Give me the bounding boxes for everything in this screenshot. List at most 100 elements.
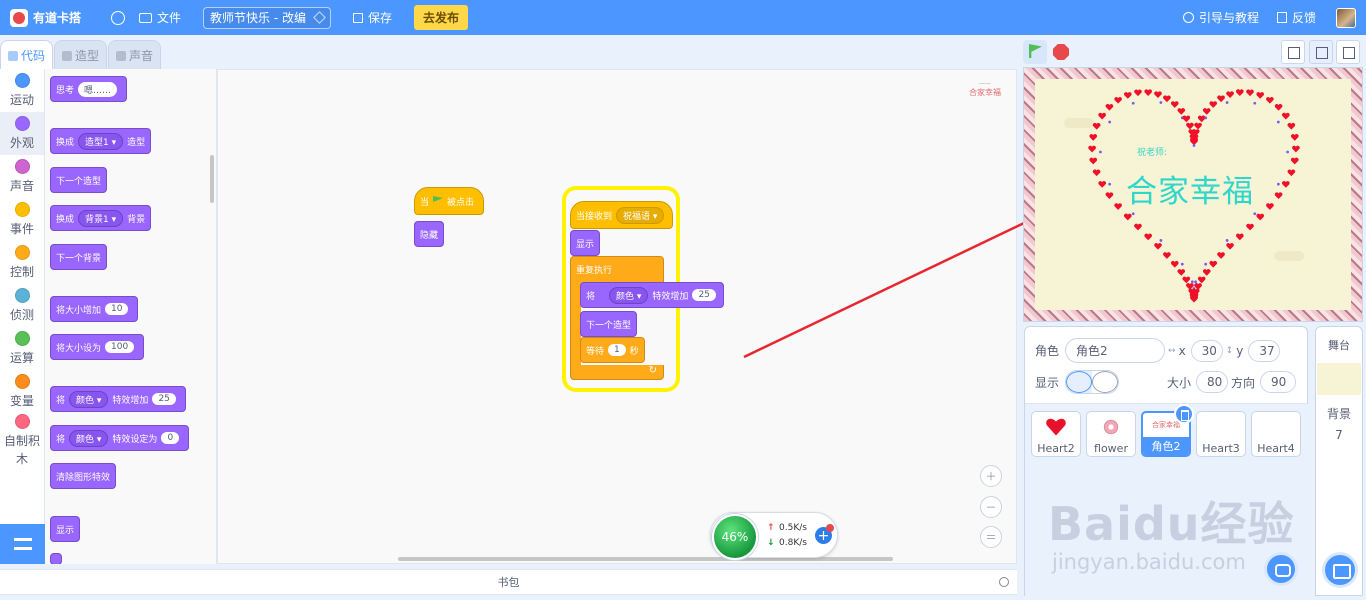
effect-dropdown[interactable]: 颜色 ▾ <box>609 286 649 304</box>
choose-backdrop-button[interactable] <box>1322 552 1358 588</box>
block-next-costume[interactable]: 下一个造型 <box>580 311 638 337</box>
save-icon <box>353 12 364 23</box>
block-next-costume[interactable]: 下一个造型 <box>50 167 108 193</box>
publish-button[interactable]: 去发布 <box>414 5 469 30</box>
block-switch-backdrop[interactable]: 换成 背景1 ▾ 背景 <box>50 205 152 231</box>
category-label: 声音 <box>9 179 34 193</box>
visibility-toggle <box>1065 370 1120 394</box>
sprite-tile[interactable]: flower <box>1086 411 1136 457</box>
backdrop-dropdown[interactable]: 背景1 ▾ <box>78 209 124 227</box>
size-label: 大小 <box>1167 375 1192 390</box>
block-input[interactable]: 嗯…… <box>78 81 118 97</box>
block-change-effect[interactable]: 将 颜色 ▾ 特效增加 25 <box>50 386 186 412</box>
category-7[interactable]: 变量 <box>0 370 44 413</box>
extension-icon <box>13 538 32 550</box>
category-8[interactable]: 自制积木 <box>0 413 44 469</box>
block-palette: 思考 嗯…… 换成 造型1 ▾ 造型 下一个造型 换成 背景1 ▾ 背景 下一个… <box>45 69 217 564</box>
globe-icon[interactable] <box>111 10 125 25</box>
delete-sprite-icon[interactable] <box>1174 404 1194 424</box>
message-dropdown[interactable]: 祝福语 ▾ <box>616 206 665 224</box>
category-dot <box>14 202 30 217</box>
category-5[interactable]: 侦测 <box>0 284 44 327</box>
zoom-reset-button[interactable]: ＝ <box>980 526 1002 548</box>
block-show[interactable]: 显示 <box>50 516 81 542</box>
category-0[interactable]: 运动 <box>0 69 44 112</box>
file-menu-label: 文件 <box>157 11 182 25</box>
brand-logo[interactable]: 有道卡搭 <box>10 8 95 27</box>
direction-input[interactable]: 90 <box>1260 371 1297 393</box>
block-text: 将大小设为 <box>56 343 102 354</box>
category-3[interactable]: 事件 <box>0 198 44 241</box>
size-input[interactable]: 80 <box>1196 371 1229 393</box>
category-2[interactable]: 声音 <box>0 155 44 198</box>
sprite-tile[interactable]: Heart4 <box>1251 411 1301 457</box>
file-menu[interactable]: 文件 <box>139 9 181 26</box>
block-next-backdrop[interactable]: 下一个背景 <box>50 244 108 270</box>
hat-when-receive[interactable]: 当接收到 祝福语 ▾ <box>570 201 673 229</box>
zoom-in-button[interactable]: ＋ <box>980 465 1002 487</box>
hat-when-flag-clicked[interactable]: 当 被点击 <box>414 187 484 215</box>
help-icon[interactable] <box>999 577 1009 587</box>
save-button[interactable]: 保存 <box>353 9 392 26</box>
block-input[interactable]: 10 <box>105 303 129 315</box>
stop-button[interactable] <box>1053 44 1069 60</box>
block-think[interactable]: 思考 嗯…… <box>50 76 128 102</box>
block-show[interactable]: 显示 <box>570 230 601 256</box>
block-change-effect[interactable]: 将 颜色 ▾ 特效增加 25 <box>580 282 724 308</box>
workspace-sprite-thumbnail: —— 合家幸福 <box>969 80 1001 97</box>
block-input[interactable]: 0 <box>161 432 180 444</box>
block-input[interactable]: 25 <box>152 393 176 405</box>
category-6[interactable]: 运算 <box>0 327 44 370</box>
show-button[interactable] <box>1066 371 1093 393</box>
stage-controls <box>1023 40 1361 64</box>
guide-button[interactable]: 引导与教程 <box>1199 9 1259 26</box>
stage-canvas[interactable]: 祝老师: 合家幸福 <box>1023 67 1363 322</box>
block-clear-effects[interactable]: 清除图形特效 <box>50 463 117 489</box>
feedback-button[interactable]: 反馈 <box>1292 9 1316 26</box>
project-title-input[interactable]: 教师节快乐 - 改编 <box>203 6 332 29</box>
effect-dropdown[interactable]: 颜色 ▾ <box>69 390 109 408</box>
zoom-out-button[interactable]: － <box>980 496 1002 518</box>
small-stage-button[interactable] <box>1281 40 1305 64</box>
costume-dropdown[interactable]: 造型1 ▾ <box>78 132 124 150</box>
sprite-name-input[interactable]: 角色2 <box>1065 338 1166 363</box>
sprite-tile[interactable]: Heart2 <box>1031 411 1081 457</box>
tab-code[interactable]: 代码 <box>0 40 53 70</box>
block-change-size[interactable]: 将大小增加 10 <box>50 296 139 322</box>
green-flag-icon <box>433 196 444 202</box>
palette-scrollbar[interactable] <box>210 155 214 203</box>
effect-dropdown[interactable]: 颜色 ▾ <box>69 429 109 447</box>
normal-stage-button[interactable] <box>1309 40 1333 64</box>
block-set-size[interactable]: 将大小设为 100 <box>50 334 145 360</box>
code-workspace[interactable]: —— 合家幸福 当 被点击 隐藏 当接收到 祝福语 ▾ 显示 重复执行 ↻ 将 … <box>217 69 1080 564</box>
stage-title: 舞台 <box>1328 339 1350 352</box>
block-text: 等待 <box>586 346 605 357</box>
green-flag-button[interactable] <box>1023 40 1047 64</box>
category-1[interactable]: 外观 <box>0 112 44 155</box>
block-text: 秒 <box>629 346 639 357</box>
block-wait[interactable]: 等待 1 秒 <box>580 337 645 363</box>
y-input[interactable]: 37 <box>1248 339 1281 362</box>
tab-costumes[interactable]: 造型 <box>54 40 107 70</box>
block-set-effect[interactable]: 将 颜色 ▾ 特效设定为 0 <box>50 425 190 451</box>
block-input[interactable]: 25 <box>692 289 716 301</box>
tab-sounds[interactable]: 声音 <box>108 40 161 70</box>
x-input[interactable]: 30 <box>1190 339 1223 362</box>
block-switch-costume[interactable]: 换成 造型1 ▾ 造型 <box>50 128 152 154</box>
sprite-tile[interactable]: Heart3 <box>1196 411 1246 457</box>
block-input[interactable]: 100 <box>105 341 135 353</box>
fullscreen-button[interactable] <box>1336 40 1360 64</box>
avatar[interactable] <box>1336 7 1356 28</box>
block-hide[interactable]: 隐藏 <box>414 221 445 247</box>
x-arrows-icon: ↔ <box>1168 345 1176 356</box>
block-hide-partial[interactable] <box>50 553 62 564</box>
hide-button[interactable] <box>1092 371 1119 393</box>
dropdown-value: 造型1 <box>85 137 109 148</box>
thumb-text: 合家幸福 <box>969 88 1001 97</box>
bookbag-bar[interactable]: 书包 <box>0 569 1017 595</box>
folder-icon <box>139 12 152 23</box>
block-input[interactable]: 1 <box>608 344 626 356</box>
download-value: 0.8K/s <box>779 538 807 548</box>
category-4[interactable]: 控制 <box>0 241 44 284</box>
add-extension-button[interactable] <box>0 524 45 564</box>
